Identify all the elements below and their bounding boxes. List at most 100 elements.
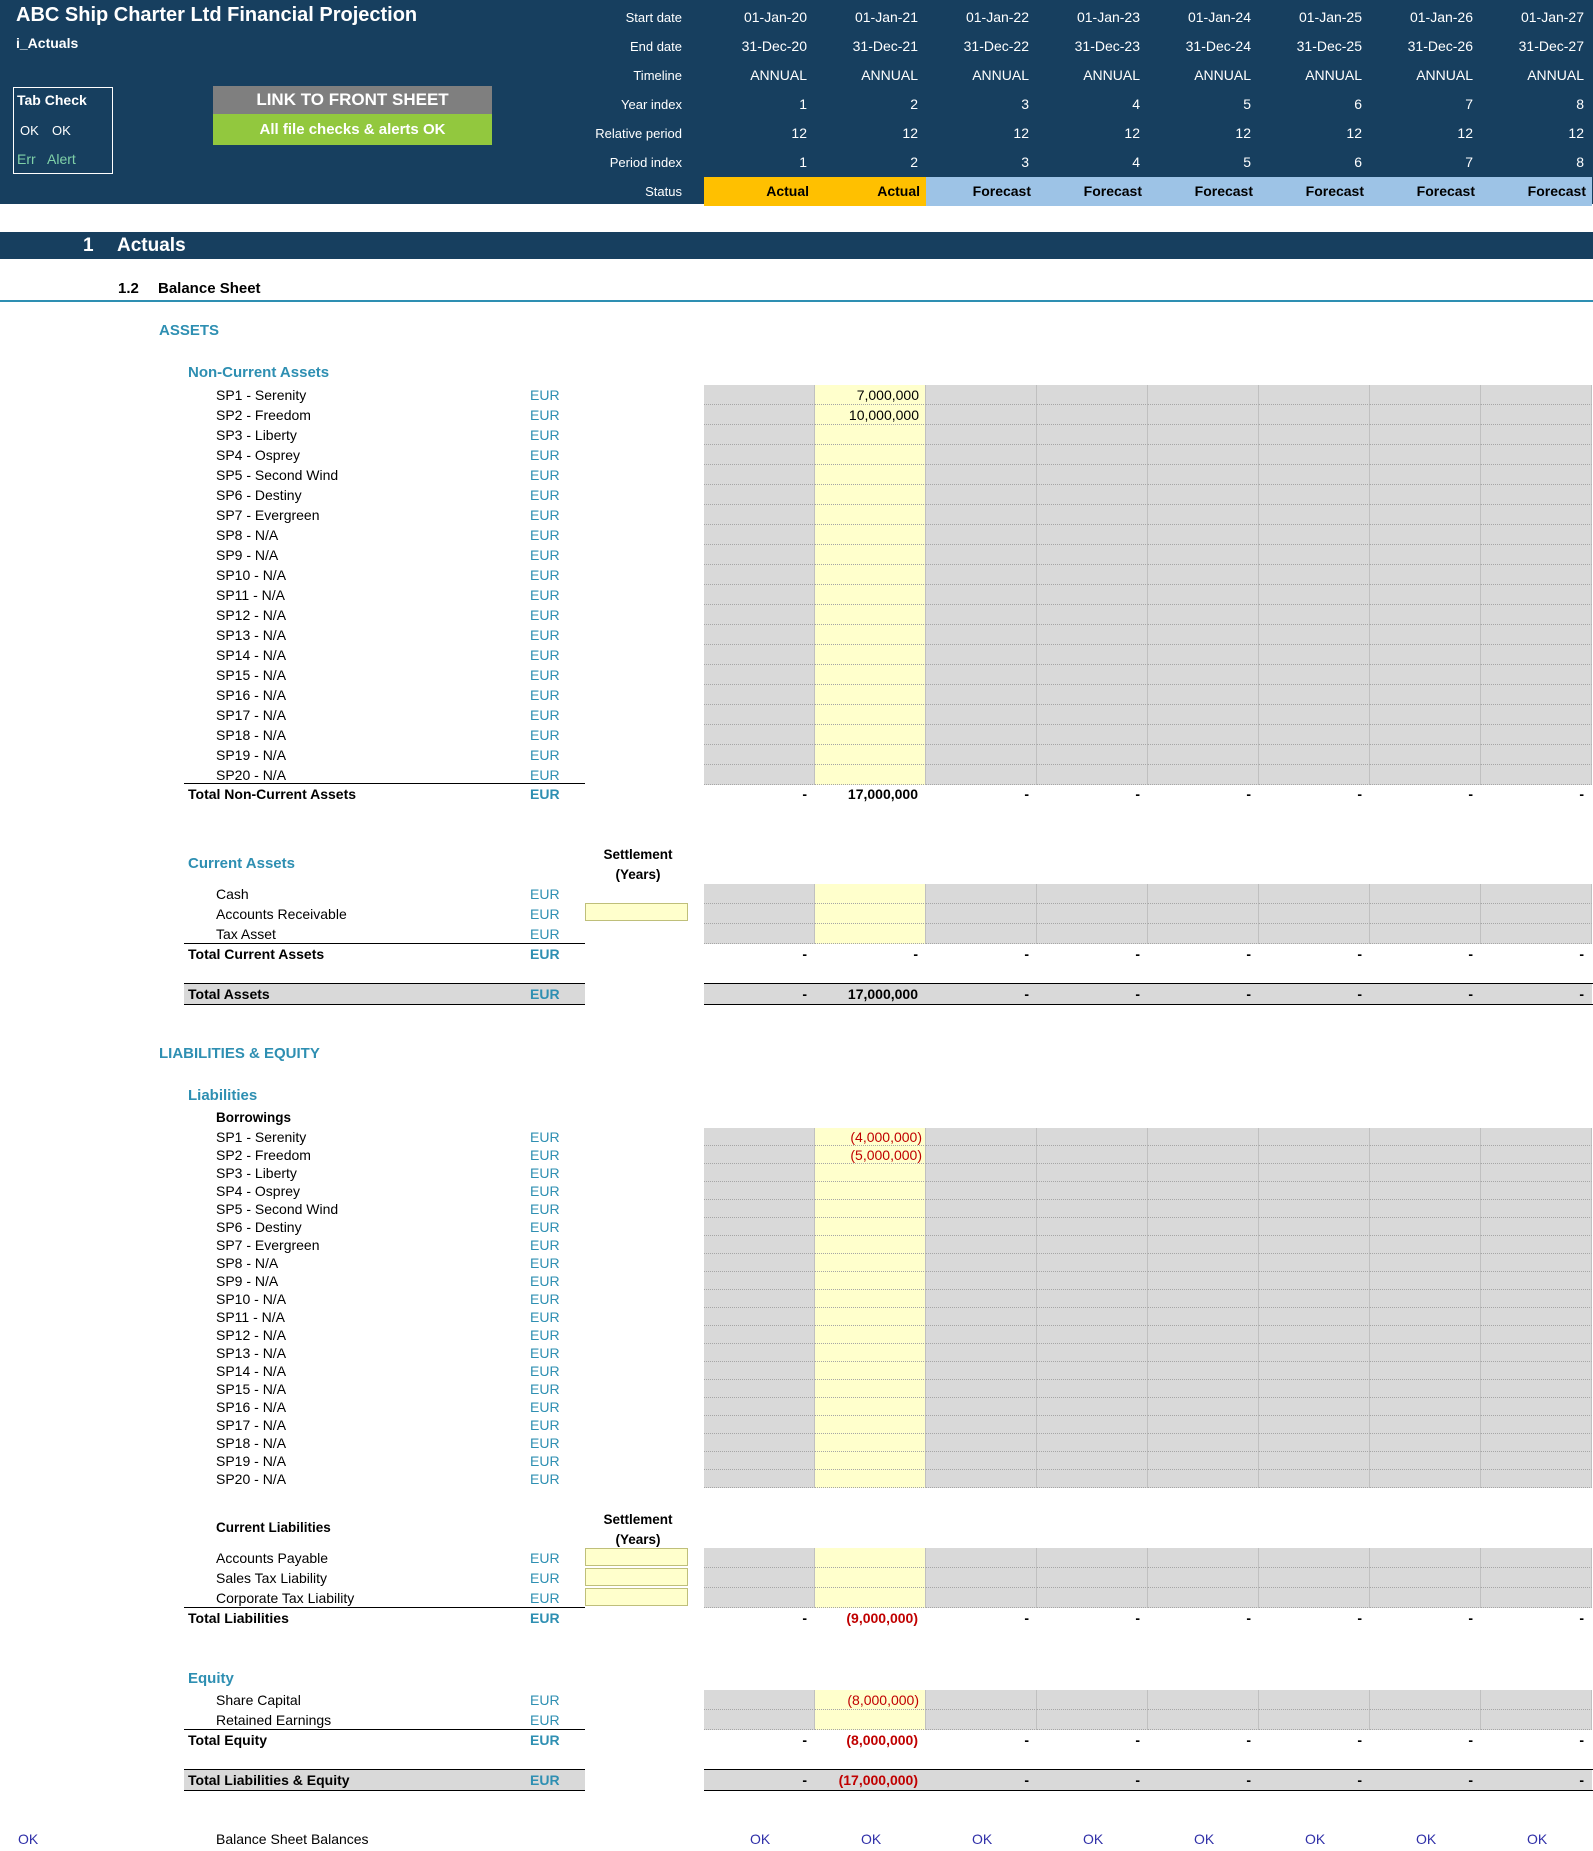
nca-input-cell[interactable]: [1148, 565, 1259, 585]
nca-input-cell[interactable]: [1037, 565, 1148, 585]
nca-input-cell[interactable]: [704, 485, 815, 505]
nca-input-cell[interactable]: [1370, 485, 1481, 505]
cl-input-cell[interactable]: [1037, 1588, 1148, 1608]
nca-input-cell[interactable]: [1259, 465, 1370, 485]
borrowing-input-cell[interactable]: [926, 1200, 1037, 1218]
borrowing-input-cell[interactable]: [1148, 1326, 1259, 1344]
nca-input-cell[interactable]: [1481, 745, 1592, 765]
equity-input-cell[interactable]: [1481, 1710, 1592, 1730]
nca-input-cell[interactable]: [815, 505, 926, 525]
nca-input-cell[interactable]: [1148, 545, 1259, 565]
equity-input-cell[interactable]: [1259, 1710, 1370, 1730]
borrowing-input-cell[interactable]: [1370, 1434, 1481, 1452]
nca-input-cell[interactable]: [1148, 485, 1259, 505]
borrowing-input-cell[interactable]: [926, 1380, 1037, 1398]
borrowing-input-cell[interactable]: [704, 1182, 815, 1200]
ca-input-cell[interactable]: [1148, 924, 1259, 944]
borrowing-input-cell[interactable]: [815, 1344, 926, 1362]
nca-input-cell[interactable]: [815, 565, 926, 585]
cl-input-cell[interactable]: [1037, 1548, 1148, 1568]
borrowing-input-cell[interactable]: [1259, 1452, 1370, 1470]
nca-input-cell[interactable]: [1259, 625, 1370, 645]
borrowing-input-cell[interactable]: [1481, 1164, 1592, 1182]
borrowing-input-cell[interactable]: [1370, 1254, 1481, 1272]
nca-input-cell[interactable]: [926, 765, 1037, 785]
nca-input-cell[interactable]: [704, 605, 815, 625]
nca-input-cell[interactable]: [926, 605, 1037, 625]
nca-input-cell[interactable]: [1259, 765, 1370, 785]
equity-input-cell[interactable]: [1148, 1690, 1259, 1710]
nca-input-cell[interactable]: [926, 545, 1037, 565]
borrowing-input-cell[interactable]: [926, 1182, 1037, 1200]
borrowing-input-cell[interactable]: [704, 1290, 815, 1308]
nca-input-cell[interactable]: [1037, 725, 1148, 745]
borrowing-input-cell[interactable]: [1037, 1236, 1148, 1254]
equity-input-cell[interactable]: [704, 1690, 815, 1710]
nca-input-cell[interactable]: [815, 465, 926, 485]
borrowing-input-cell[interactable]: [1148, 1218, 1259, 1236]
cl-input-cell[interactable]: [1481, 1548, 1592, 1568]
nca-input-cell[interactable]: [1148, 625, 1259, 645]
equity-input-cell[interactable]: [1037, 1710, 1148, 1730]
nca-input-cell[interactable]: [704, 445, 815, 465]
nca-input-cell[interactable]: [1037, 765, 1148, 785]
nca-input-cell[interactable]: [1370, 505, 1481, 525]
equity-input-cell[interactable]: [1259, 1690, 1370, 1710]
nca-input-cell[interactable]: [704, 505, 815, 525]
borrowing-input-cell[interactable]: [1370, 1398, 1481, 1416]
nca-input-cell[interactable]: [1370, 465, 1481, 485]
nca-input-cell[interactable]: [1259, 685, 1370, 705]
nca-input-cell[interactable]: [704, 385, 815, 405]
settlement-input-cl-1[interactable]: [585, 1548, 688, 1566]
nca-input-cell[interactable]: [1481, 425, 1592, 445]
nca-input-cell[interactable]: [1259, 725, 1370, 745]
borrowing-input-cell[interactable]: [704, 1308, 815, 1326]
nca-input-cell[interactable]: [704, 665, 815, 685]
cl-input-cell[interactable]: [1259, 1588, 1370, 1608]
borrowing-input-cell[interactable]: [1481, 1182, 1592, 1200]
ca-input-cell[interactable]: [1259, 884, 1370, 904]
borrowing-input-cell[interactable]: [1037, 1380, 1148, 1398]
nca-input-cell[interactable]: [815, 445, 926, 465]
borrowing-input-cell[interactable]: [926, 1146, 1037, 1164]
nca-input-cell[interactable]: [1259, 585, 1370, 605]
nca-input-cell[interactable]: [1148, 525, 1259, 545]
nca-input-cell[interactable]: [704, 765, 815, 785]
nca-input-cell[interactable]: [1481, 505, 1592, 525]
borrowing-input-cell[interactable]: [815, 1380, 926, 1398]
borrowing-input-cell[interactable]: [1259, 1308, 1370, 1326]
borrowing-input-cell[interactable]: [704, 1164, 815, 1182]
borrowing-input-cell[interactable]: [1370, 1164, 1481, 1182]
borrowing-input-cell[interactable]: [704, 1128, 815, 1146]
nca-input-cell[interactable]: [926, 625, 1037, 645]
borrowing-input-cell[interactable]: [815, 1416, 926, 1434]
nca-input-cell[interactable]: [1481, 585, 1592, 605]
cl-input-cell[interactable]: [1148, 1588, 1259, 1608]
nca-input-cell[interactable]: [1037, 605, 1148, 625]
borrowing-input-cell[interactable]: [815, 1326, 926, 1344]
borrowing-input-cell[interactable]: [815, 1470, 926, 1488]
nca-input-cell[interactable]: [1037, 505, 1148, 525]
ca-input-cell[interactable]: [1037, 904, 1148, 924]
nca-input-cell[interactable]: [1481, 545, 1592, 565]
nca-input-cell[interactable]: [815, 525, 926, 545]
nca-input-cell[interactable]: [815, 585, 926, 605]
borrowing-input-cell[interactable]: [815, 1308, 926, 1326]
nca-input-cell[interactable]: [926, 505, 1037, 525]
borrowing-input-cell[interactable]: [1481, 1398, 1592, 1416]
borrowing-input-cell[interactable]: [1481, 1128, 1592, 1146]
borrowing-input-cell[interactable]: [1481, 1452, 1592, 1470]
borrowing-input-cell[interactable]: [1370, 1272, 1481, 1290]
borrowing-input-cell[interactable]: [1481, 1362, 1592, 1380]
cl-input-cell[interactable]: [1370, 1548, 1481, 1568]
nca-input-cell[interactable]: [1037, 745, 1148, 765]
nca-input-cell[interactable]: [1148, 665, 1259, 685]
equity-input-cell[interactable]: [704, 1710, 815, 1730]
nca-input-cell[interactable]: [1259, 565, 1370, 585]
borrowing-input-cell[interactable]: (5,000,000): [815, 1146, 926, 1164]
nca-input-cell[interactable]: [1148, 705, 1259, 725]
nca-input-cell[interactable]: [704, 725, 815, 745]
borrowing-input-cell[interactable]: [704, 1434, 815, 1452]
borrowing-input-cell[interactable]: [1370, 1362, 1481, 1380]
nca-input-cell[interactable]: [1037, 585, 1148, 605]
